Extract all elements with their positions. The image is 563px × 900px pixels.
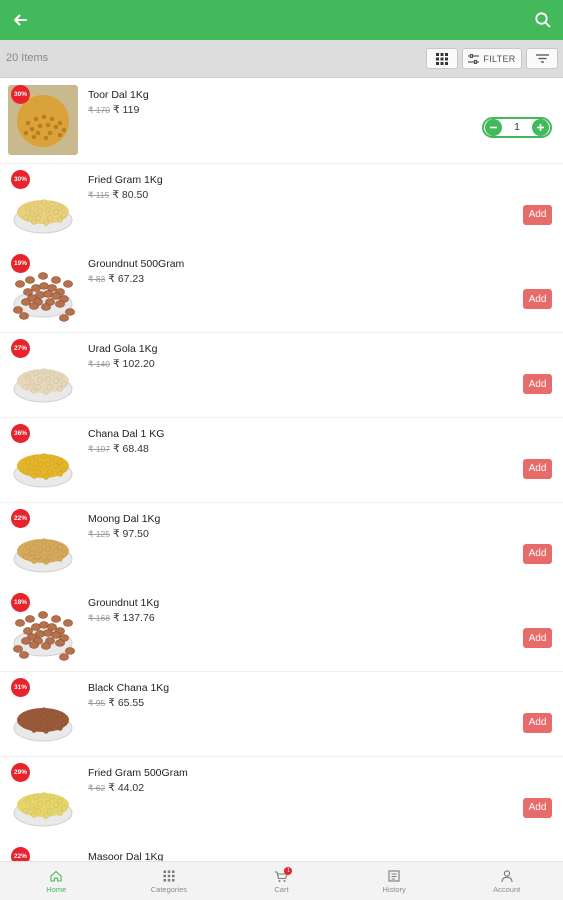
add-to-cart-button[interactable]: Add: [523, 458, 552, 479]
sale-price: ₹ 102.20: [112, 358, 155, 371]
quantity-stepper: 1: [482, 117, 552, 138]
discount-badge: 22%: [11, 847, 30, 861]
grid-view-button[interactable]: [426, 48, 458, 69]
sort-icon: [535, 54, 549, 63]
nav-cart[interactable]: Cart 1: [225, 862, 338, 900]
product-name[interactable]: Groundnut 1Kg: [88, 597, 159, 609]
original-price: ₹ 168: [88, 613, 110, 624]
original-price: ₹ 115: [88, 189, 110, 200]
original-price: ₹ 170: [88, 105, 110, 115]
product-name[interactable]: Fried Gram 1Kg: [88, 174, 163, 186]
list-toolbar: 20 Items FILTER: [0, 40, 563, 78]
product-name[interactable]: Masoor Dal 1Kg: [88, 851, 163, 861]
price-block: ₹ 62 ₹ 44.02: [88, 782, 144, 794]
quantity-value: 1: [514, 122, 520, 133]
sale-price: ₹ 65.55: [108, 696, 145, 709]
plus-icon: [537, 124, 544, 131]
product-row[interactable]: 22% Masoor Dal 1Kg: [0, 841, 563, 861]
nav-home[interactable]: Home: [0, 862, 113, 900]
nav-label: Account: [493, 884, 521, 894]
product-name[interactable]: Groundnut 500Gram: [88, 258, 184, 270]
product-name[interactable]: Black Chana 1Kg: [88, 682, 169, 694]
filter-button[interactable]: FILTER: [462, 48, 522, 69]
home-icon: [50, 870, 62, 882]
product-name[interactable]: Chana Dal 1 KG: [88, 428, 164, 440]
product-row[interactable]: 29% Fried Gram 500Gram ₹ 62 ₹ 44.02 Add: [0, 756, 563, 842]
discount-badge: 36%: [11, 423, 30, 443]
increment-button[interactable]: [532, 119, 549, 136]
minus-icon: [490, 126, 497, 129]
cart-count-badge: 1: [284, 867, 293, 875]
product-row[interactable]: 30% Toor Dal 1Kg ₹ 170 ₹ 119 1: [0, 79, 563, 164]
add-to-cart-button[interactable]: Add: [523, 712, 552, 733]
add-to-cart-button[interactable]: Add: [523, 797, 552, 818]
item-count: 20 Items: [6, 52, 49, 64]
grid-icon: [163, 870, 175, 881]
history-icon: [388, 869, 400, 882]
price-block: ₹ 170 ₹ 119: [88, 104, 139, 116]
product-name[interactable]: Toor Dal 1Kg: [88, 89, 149, 101]
original-price: ₹ 107: [88, 443, 110, 454]
nav-label: Categories: [150, 884, 188, 894]
discount-badge: 27%: [11, 339, 30, 359]
discount-badge: 22%: [11, 508, 30, 528]
original-price: ₹ 62: [88, 782, 106, 793]
add-to-cart-button[interactable]: Add: [523, 289, 552, 310]
price-block: ₹ 107 ₹ 68.48: [88, 443, 149, 455]
discount-badge: 29%: [11, 762, 30, 782]
price-block: ₹ 140 ₹ 102.20: [88, 358, 155, 370]
add-to-cart-button[interactable]: Add: [523, 374, 552, 395]
filter-label: FILTER: [483, 53, 516, 64]
price-block: ₹ 95 ₹ 65.55: [88, 697, 144, 709]
product-row[interactable]: 30% Fried Gram 1Kg ₹ 115 ₹ 80.50 Add: [0, 163, 563, 249]
sale-price: ₹ 67.23: [108, 273, 145, 286]
sale-price: ₹ 97.50: [112, 527, 149, 540]
decrement-button[interactable]: [485, 119, 502, 136]
price-block: ₹ 115 ₹ 80.50: [88, 189, 148, 201]
user-icon: [501, 869, 513, 882]
product-row[interactable]: 31% Black Chana 1Kg ₹ 95 ₹ 65.55 Add: [0, 671, 563, 757]
sale-price: ₹ 119: [112, 104, 140, 116]
original-price: ₹ 125: [88, 528, 110, 539]
add-to-cart-button[interactable]: Add: [523, 543, 552, 564]
sale-price: ₹ 44.02: [108, 781, 145, 794]
original-price: ₹ 140: [88, 359, 110, 370]
nav-history[interactable]: History: [338, 862, 451, 900]
discount-badge: 31%: [11, 677, 30, 697]
sale-price: ₹ 137.76: [112, 612, 155, 625]
price-block: ₹ 125 ₹ 97.50: [88, 528, 149, 540]
product-row[interactable]: 19% Groundnut 500Gram ₹ 83 ₹ 67.23 Add: [0, 248, 563, 334]
search-icon[interactable]: [533, 10, 553, 30]
sale-price: ₹ 80.50: [112, 188, 149, 201]
filter-sliders-icon: [468, 53, 480, 64]
product-row[interactable]: 27% Urad Gola 1Kg ₹ 140 ₹ 102.20 Add: [0, 333, 563, 419]
product-row[interactable]: 22% Moong Dal 1Kg ₹ 125 ₹ 97.50 Add: [0, 502, 563, 588]
product-row[interactable]: 36% Chana Dal 1 KG ₹ 107 ₹ 68.48 Add: [0, 417, 563, 503]
product-name[interactable]: Urad Gola 1Kg: [88, 343, 157, 355]
nav-label: History: [382, 884, 406, 894]
discount-badge: 30%: [11, 169, 30, 189]
original-price: ₹ 83: [88, 274, 106, 285]
product-row[interactable]: 18% Groundnut 1Kg ₹ 168 ₹ 137.76 Add: [0, 587, 563, 673]
product-list: 30% Toor Dal 1Kg ₹ 170 ₹ 119 1 30% Fried Gram …: [0, 79, 563, 861]
product-name[interactable]: Fried Gram 500Gram: [88, 767, 188, 779]
add-to-cart-button[interactable]: Add: [523, 628, 552, 649]
sale-price: ₹ 68.48: [112, 442, 149, 455]
discount-badge: 30%: [11, 85, 30, 104]
sort-button[interactable]: [526, 48, 558, 69]
product-name[interactable]: Moong Dal 1Kg: [88, 513, 160, 525]
arrow-left-icon[interactable]: [10, 10, 30, 30]
price-block: ₹ 168 ₹ 137.76: [88, 612, 155, 624]
nav-categories[interactable]: Categories: [113, 862, 226, 900]
nav-label: Cart: [274, 884, 289, 894]
price-block: ₹ 83 ₹ 67.23: [88, 273, 144, 285]
nav-label: Home: [46, 884, 67, 894]
app-bar: [0, 0, 563, 40]
nav-account[interactable]: Account: [450, 862, 563, 900]
bottom-navigation: Home Categories Cart 1 History Account: [0, 861, 563, 900]
grid-view-icon: [436, 52, 448, 65]
add-to-cart-button[interactable]: Add: [523, 204, 552, 225]
original-price: ₹ 95: [88, 697, 106, 708]
